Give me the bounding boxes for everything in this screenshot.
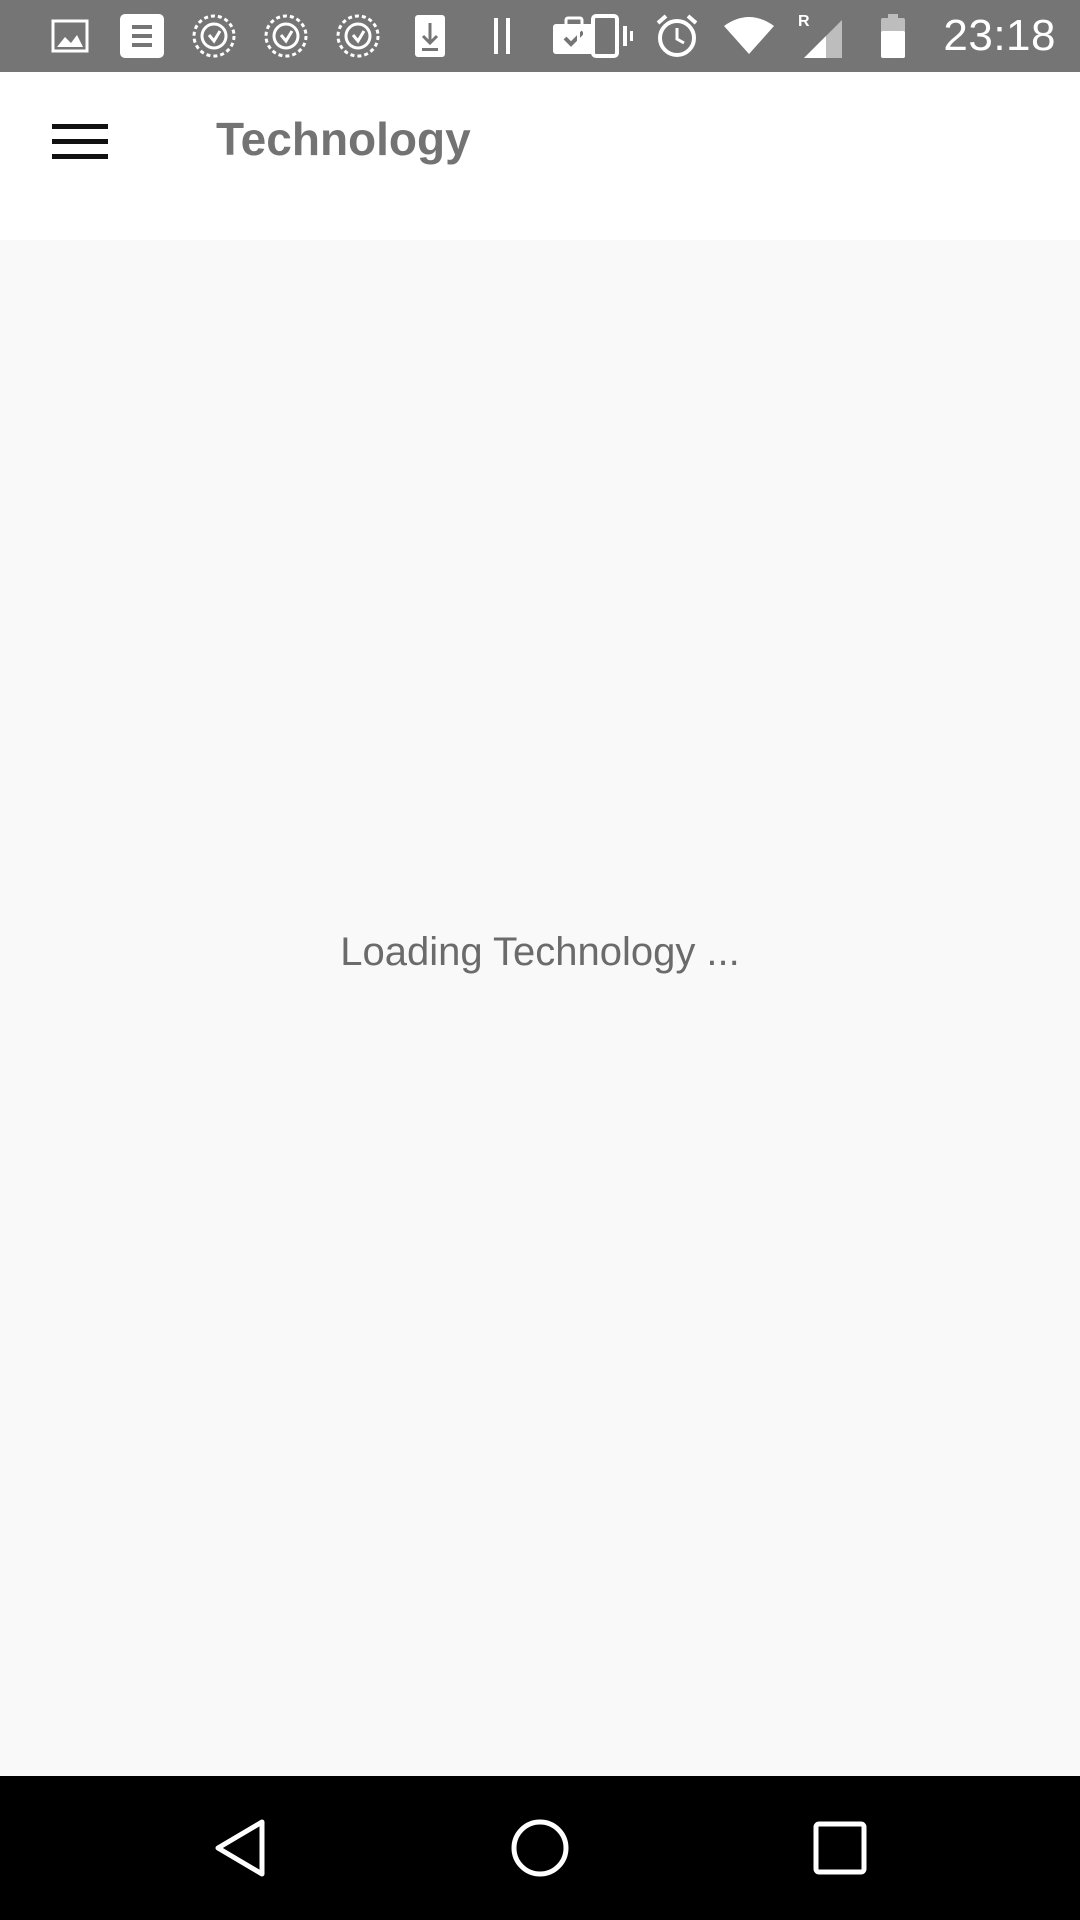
- recents-icon: [813, 1821, 867, 1875]
- status-clock: 23:18: [943, 11, 1056, 60]
- notification-icons: [0, 0, 610, 72]
- home-button[interactable]: [490, 1798, 590, 1898]
- app-bar: Technology: [0, 72, 1080, 240]
- menu-button[interactable]: [30, 102, 130, 182]
- loading-message: Loading Technology ...: [340, 930, 740, 974]
- document-icon: [106, 0, 178, 72]
- gallery-icon: [34, 0, 106, 72]
- content-area: Loading Technology ...: [0, 240, 1080, 1776]
- navigation-bar: [0, 1776, 1080, 1920]
- status-bar: R 23:18: [0, 0, 1080, 72]
- home-icon: [511, 1819, 569, 1877]
- app-badge-icon: [322, 0, 394, 72]
- back-button[interactable]: [190, 1798, 290, 1898]
- screen: R 23:18 Technology Loading Technology ..…: [0, 0, 1080, 1920]
- wifi-icon: [713, 0, 785, 72]
- page-title: Technology: [216, 113, 471, 165]
- pause-icon: [466, 0, 538, 72]
- battery-icon: [857, 0, 929, 72]
- app-badge-icon: [250, 0, 322, 72]
- roaming-label: R: [798, 13, 810, 30]
- recents-button[interactable]: [790, 1798, 890, 1898]
- system-icons: R 23:18: [569, 0, 1080, 72]
- vibrate-icon: [569, 0, 641, 72]
- hamburger-menu-icon: [52, 124, 108, 159]
- download-icon: [394, 0, 466, 72]
- back-icon: [215, 1819, 265, 1877]
- alarm-icon: [641, 0, 713, 72]
- signal-roaming-icon: R: [785, 0, 857, 72]
- app-badge-icon: [178, 0, 250, 72]
